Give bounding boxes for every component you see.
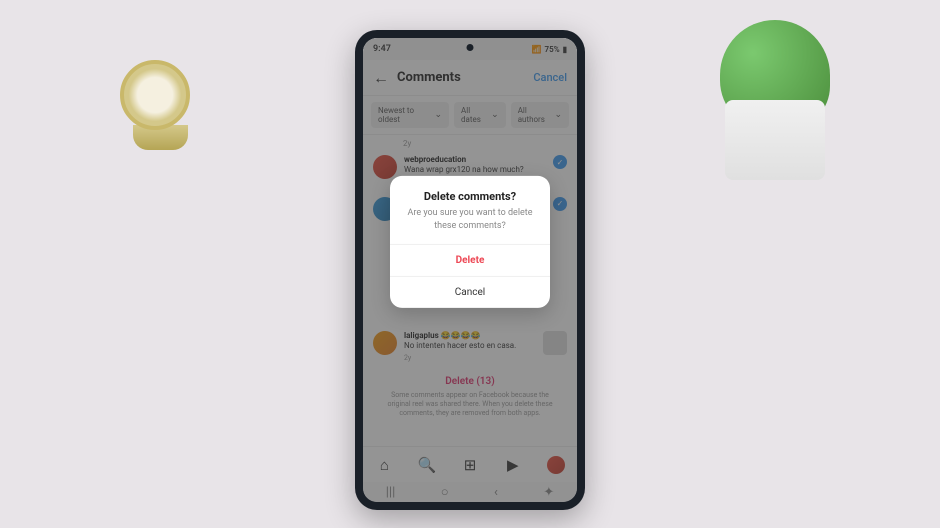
signal-icon: 📶 <box>532 45 542 54</box>
back-icon[interactable]: ← <box>373 68 389 88</box>
search-icon[interactable]: 🔍 <box>418 456 436 474</box>
comment-text: No intenten hacer esto en casa. <box>404 341 536 351</box>
sort-filter-label: Newest to oldest <box>378 106 432 124</box>
home-button[interactable]: ○ <box>441 484 449 500</box>
header: ← Comments Cancel <box>363 60 577 96</box>
profile-icon[interactable] <box>547 456 565 474</box>
phone-device: 9:47 📶 75% ▮ ← Comments Cancel Newest to… <box>355 30 585 510</box>
comment-thumbnail <box>543 331 567 355</box>
back-button[interactable]: ‹ <box>494 485 498 500</box>
avatar <box>373 155 397 179</box>
time-separator: 2y <box>363 135 577 150</box>
reels-icon[interactable]: ▶ <box>504 456 522 474</box>
selected-check-icon[interactable]: ✓ <box>553 155 567 169</box>
bottom-nav: ⌂ 🔍 ⊞ ▶ <box>363 446 577 482</box>
comment-row[interactable]: laligaplus 😂😂😂😂 No intenten hacer esto e… <box>363 326 577 368</box>
battery-icon: ▮ <box>563 45 567 54</box>
filter-bar: Newest to oldest All dates All authors <box>363 96 577 135</box>
comment-username: webproeducation <box>404 155 466 164</box>
create-icon[interactable]: ⊞ <box>461 456 479 474</box>
comment-username: laligaplus <box>404 331 439 340</box>
selected-check-icon[interactable]: ✓ <box>553 197 567 211</box>
dates-filter[interactable]: All dates <box>454 102 506 128</box>
dialog-message: Are you sure you want to delete these co… <box>390 207 550 244</box>
page-title: Comments <box>397 70 533 85</box>
home-icon[interactable]: ⌂ <box>375 456 393 474</box>
dates-filter-label: All dates <box>461 106 488 124</box>
battery-text: 75% <box>545 45 560 54</box>
authors-filter-label: All authors <box>518 106 552 124</box>
dialog-title: Delete comments? <box>390 176 550 207</box>
dialog-delete-button[interactable]: Delete <box>390 244 550 276</box>
delete-dialog: Delete comments? Are you sure you want t… <box>390 176 550 308</box>
status-time: 9:47 <box>373 44 391 54</box>
dialog-cancel-button[interactable]: Cancel <box>390 276 550 308</box>
phone-screen: 9:47 📶 75% ▮ ← Comments Cancel Newest to… <box>363 38 577 502</box>
accessibility-button[interactable]: ✦ <box>543 485 554 500</box>
desk-clock <box>120 60 200 160</box>
avatar <box>373 331 397 355</box>
desk-plant <box>710 20 840 180</box>
sort-filter[interactable]: Newest to oldest <box>371 102 449 128</box>
comment-time: 2y <box>404 354 536 363</box>
camera-hole <box>467 44 474 51</box>
comment-emoji: 😂😂😂😂 <box>441 331 481 340</box>
disclaimer-text: Some comments appear on Facebook because… <box>363 391 577 418</box>
comment-text: Wana wrap grx120 na how much? <box>404 165 546 175</box>
status-indicators: 📶 75% ▮ <box>532 45 567 54</box>
system-nav: ||| ○ ‹ ✦ <box>363 482 577 502</box>
recents-button[interactable]: ||| <box>386 485 396 500</box>
delete-selected-button[interactable]: Delete (13) <box>363 368 577 391</box>
header-cancel-button[interactable]: Cancel <box>533 71 567 84</box>
authors-filter[interactable]: All authors <box>511 102 569 128</box>
